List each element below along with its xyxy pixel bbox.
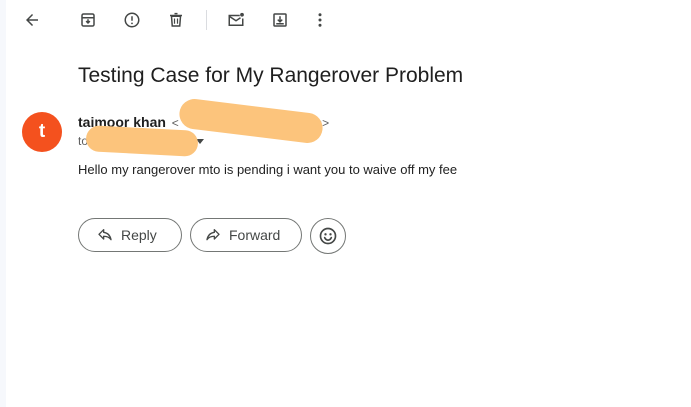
email-subject: Testing Case for My Rangerover Problem	[78, 64, 464, 87]
more-options-button[interactable]	[304, 4, 336, 36]
redaction-mark	[177, 97, 325, 145]
redaction-mark	[85, 125, 199, 157]
report-spam-button[interactable]	[116, 4, 148, 36]
smiley-icon	[319, 227, 337, 245]
mark-unread-button[interactable]	[220, 4, 252, 36]
reply-label: Reply	[121, 227, 157, 243]
delete-button[interactable]	[160, 4, 192, 36]
email-toolbar	[6, 0, 691, 40]
report-spam-icon	[124, 12, 140, 28]
archive-button[interactable]	[72, 4, 104, 36]
mark-unread-icon	[228, 12, 244, 26]
more-options-icon	[318, 13, 322, 27]
archive-icon	[81, 13, 95, 27]
forward-button[interactable]: Forward	[190, 218, 302, 252]
sender-avatar[interactable]: t	[22, 112, 62, 152]
toolbar-divider	[206, 10, 207, 30]
reply-icon	[97, 227, 113, 243]
email-view: Testing Case for My Rangerover Problem t…	[6, 0, 691, 407]
back-button[interactable]	[16, 4, 48, 36]
emoji-reaction-button[interactable]	[310, 218, 346, 254]
forward-label: Forward	[229, 227, 281, 243]
sender-email-prefix: <	[171, 116, 179, 130]
move-to-button[interactable]	[264, 4, 296, 36]
back-arrow-icon	[26, 14, 38, 26]
email-body: Hello my rangerover mto is pending i wan…	[78, 162, 458, 177]
delete-icon	[170, 12, 182, 27]
forward-icon	[205, 227, 221, 243]
reply-button[interactable]: Reply	[78, 218, 182, 252]
move-to-icon	[273, 13, 287, 27]
